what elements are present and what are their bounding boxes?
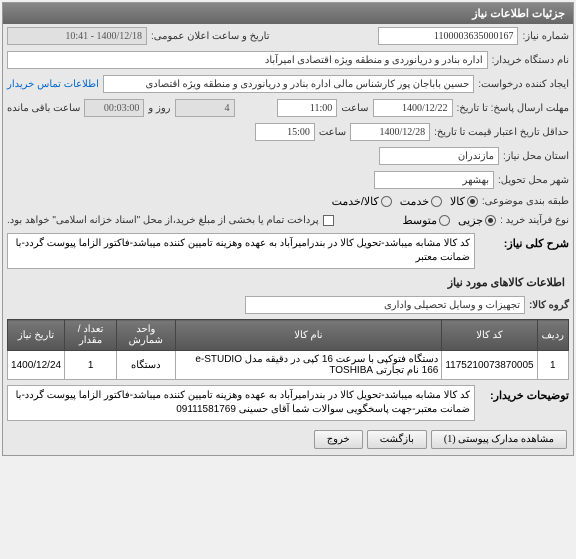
field-remaining-time: 00:03:00 [84, 99, 144, 117]
cell-date: 1400/12/24 [8, 351, 65, 380]
attachments-button[interactable]: مشاهده مدارک پیوستی (1) [431, 430, 567, 449]
th-code: کد کالا [442, 320, 537, 351]
label-hour2: ساعت [319, 127, 346, 138]
table-header-row: ردیف کد کالا نام کالا واحد شمارش تعداد /… [8, 320, 569, 351]
field-general-desc: کد کالا مشابه میباشد-تحویل کالا در بندرا… [7, 233, 475, 269]
label-payment-note: پرداخت تمام یا بخشی از مبلغ خرید،از محل … [7, 215, 319, 226]
label-hour1: ساعت [341, 103, 368, 114]
field-response-date: 1400/12/22 [373, 99, 453, 117]
th-date: تاریخ نیاز [8, 320, 65, 351]
label-days-and: روز و [148, 103, 170, 114]
radio-motavasset[interactable] [439, 215, 450, 226]
link-contact-info[interactable]: اطلاعات تماس خریدار [7, 79, 99, 90]
row-item-group: گروه کالا: تجهیزات و وسایل تحصیلی واداری [3, 293, 573, 317]
field-buyer-notes: کد کالا مشابه میباشد-تحویل کالا در بندرا… [7, 385, 475, 421]
row-purchase-process: نوع فرآیند خرید : جزیی متوسط پرداخت تمام… [3, 211, 573, 230]
radio-item-kala[interactable]: کالا [450, 195, 478, 208]
label-purchase-process: نوع فرآیند خرید : [500, 215, 569, 226]
row-validity: حداقل تاریخ اعتبار قیمت تا تاریخ: 1400/1… [3, 120, 573, 144]
footer-buttons: مشاهده مدارک پیوستی (1) بازگشت خروج [3, 424, 573, 455]
cell-name: دستگاه فتوکپی با سرعت 16 کپی در دقیقه مد… [175, 351, 442, 380]
label-announce-datetime: تاریخ و ساعت اعلان عمومی: [151, 31, 270, 42]
radio-label-kala-khedmat: کالا/خدمت [332, 195, 379, 208]
field-need-province: مازندران [379, 147, 499, 165]
field-requester: حسین باباجان پور کارشناس مالی اداره بناد… [103, 75, 474, 93]
cell-unit: دستگاه [117, 351, 175, 380]
label-classification: طبقه بندی موضوعی: [482, 196, 569, 207]
field-remaining-days: 4 [175, 99, 235, 117]
label-buyer-notes: توضیحات خریدار: [479, 385, 569, 402]
table-row[interactable]: 1 1175210073870005 دستگاه فتوکپی با سرعت… [8, 351, 569, 380]
row-province: استان محل نیاز: مازندران [3, 144, 573, 168]
radio-item-motavasset[interactable]: متوسط [402, 214, 450, 227]
row-delivery-city: شهر محل تحویل: بهشهر [3, 168, 573, 192]
label-response-deadline: مهلت ارسال پاسخ: تا تاریخ: [457, 103, 569, 114]
radio-group-classification: کالا خدمت کالا/خدمت [332, 195, 478, 208]
radio-label-khedmat: خدمت [400, 195, 429, 208]
radio-item-jozi[interactable]: جزیی [458, 214, 496, 227]
row-general-desc: شرح کلی نیاز: کد کالا مشابه میباشد-تحویل… [3, 230, 573, 272]
th-unit: واحد شمارش [117, 320, 175, 351]
need-details-panel: جزئیات اطلاعات نیاز شماره نیاز: 11000036… [2, 2, 574, 456]
radio-group-process: جزیی متوسط [402, 214, 496, 227]
row-response-deadline: مهلت ارسال پاسخ: تا تاریخ: 1400/12/22 سا… [3, 96, 573, 120]
field-delivery-city: بهشهر [374, 171, 494, 189]
row-buyer-notes: توضیحات خریدار: کد کالا مشابه میباشد-تحو… [3, 382, 573, 424]
radio-item-khedmat[interactable]: خدمت [400, 195, 442, 208]
label-need-province: استان محل نیاز: [503, 151, 569, 162]
items-table-wrapper: ردیف کد کالا نام کالا واحد شمارش تعداد /… [3, 317, 573, 382]
label-item-group: گروه کالا: [529, 300, 569, 311]
field-validity-hour: 15:00 [255, 123, 315, 141]
checkbox-payment[interactable] [323, 215, 334, 226]
label-delivery-city: شهر محل تحویل: [498, 175, 569, 186]
items-table: ردیف کد کالا نام کالا واحد شمارش تعداد /… [7, 319, 569, 380]
label-need-number: شماره نیاز: [522, 31, 569, 42]
cell-idx: 1 [537, 351, 568, 380]
row-buyer-org: نام دستگاه خریدار: اداره بنادر و دریانور… [3, 48, 573, 72]
th-idx: ردیف [537, 320, 568, 351]
field-response-hour: 11:00 [277, 99, 337, 117]
radio-kala[interactable] [467, 196, 478, 207]
exit-button[interactable]: خروج [314, 430, 363, 449]
row-classification: طبقه بندی موضوعی: کالا خدمت کالا/خدمت [3, 192, 573, 211]
cell-code: 1175210073870005 [442, 351, 537, 380]
field-announce-datetime: 1400/12/18 - 10:41 [7, 27, 147, 45]
label-general-desc: شرح کلی نیاز: [479, 233, 569, 250]
panel-header: جزئیات اطلاعات نیاز [3, 3, 573, 24]
field-validity-date: 1400/12/28 [350, 123, 430, 141]
radio-label-jozi: جزیی [458, 214, 483, 227]
radio-label-kala: کالا [450, 195, 465, 208]
radio-khedmat[interactable] [431, 196, 442, 207]
radio-jozi[interactable] [485, 215, 496, 226]
row-need-number: شماره نیاز: 1100003635000167 تاریخ و ساع… [3, 24, 573, 48]
section-items-info: اطلاعات کالاهای مورد نیاز [3, 272, 573, 293]
field-buyer-org: اداره بنادر و دریانوردی و منطقه ویژه اقت… [7, 51, 488, 69]
label-requester: ایجاد کننده درخواست: [478, 79, 569, 90]
row-requester: ایجاد کننده درخواست: حسین باباجان پور کا… [3, 72, 573, 96]
th-name: نام کالا [175, 320, 442, 351]
back-button[interactable]: بازگشت [367, 430, 427, 449]
radio-item-kala-khedmat[interactable]: کالا/خدمت [332, 195, 392, 208]
radio-kala-khedmat[interactable] [381, 196, 392, 207]
label-buyer-org: نام دستگاه خریدار: [492, 55, 569, 66]
label-validity-deadline: حداقل تاریخ اعتبار قیمت تا تاریخ: [434, 127, 569, 138]
field-need-number: 1100003635000167 [378, 27, 518, 45]
field-item-group: تجهیزات و وسایل تحصیلی واداری [245, 296, 525, 314]
label-remaining: ساعت باقی مانده [7, 103, 80, 114]
th-qty: تعداد / مقدار [65, 320, 117, 351]
radio-label-motavasset: متوسط [402, 214, 437, 227]
cell-qty: 1 [65, 351, 117, 380]
